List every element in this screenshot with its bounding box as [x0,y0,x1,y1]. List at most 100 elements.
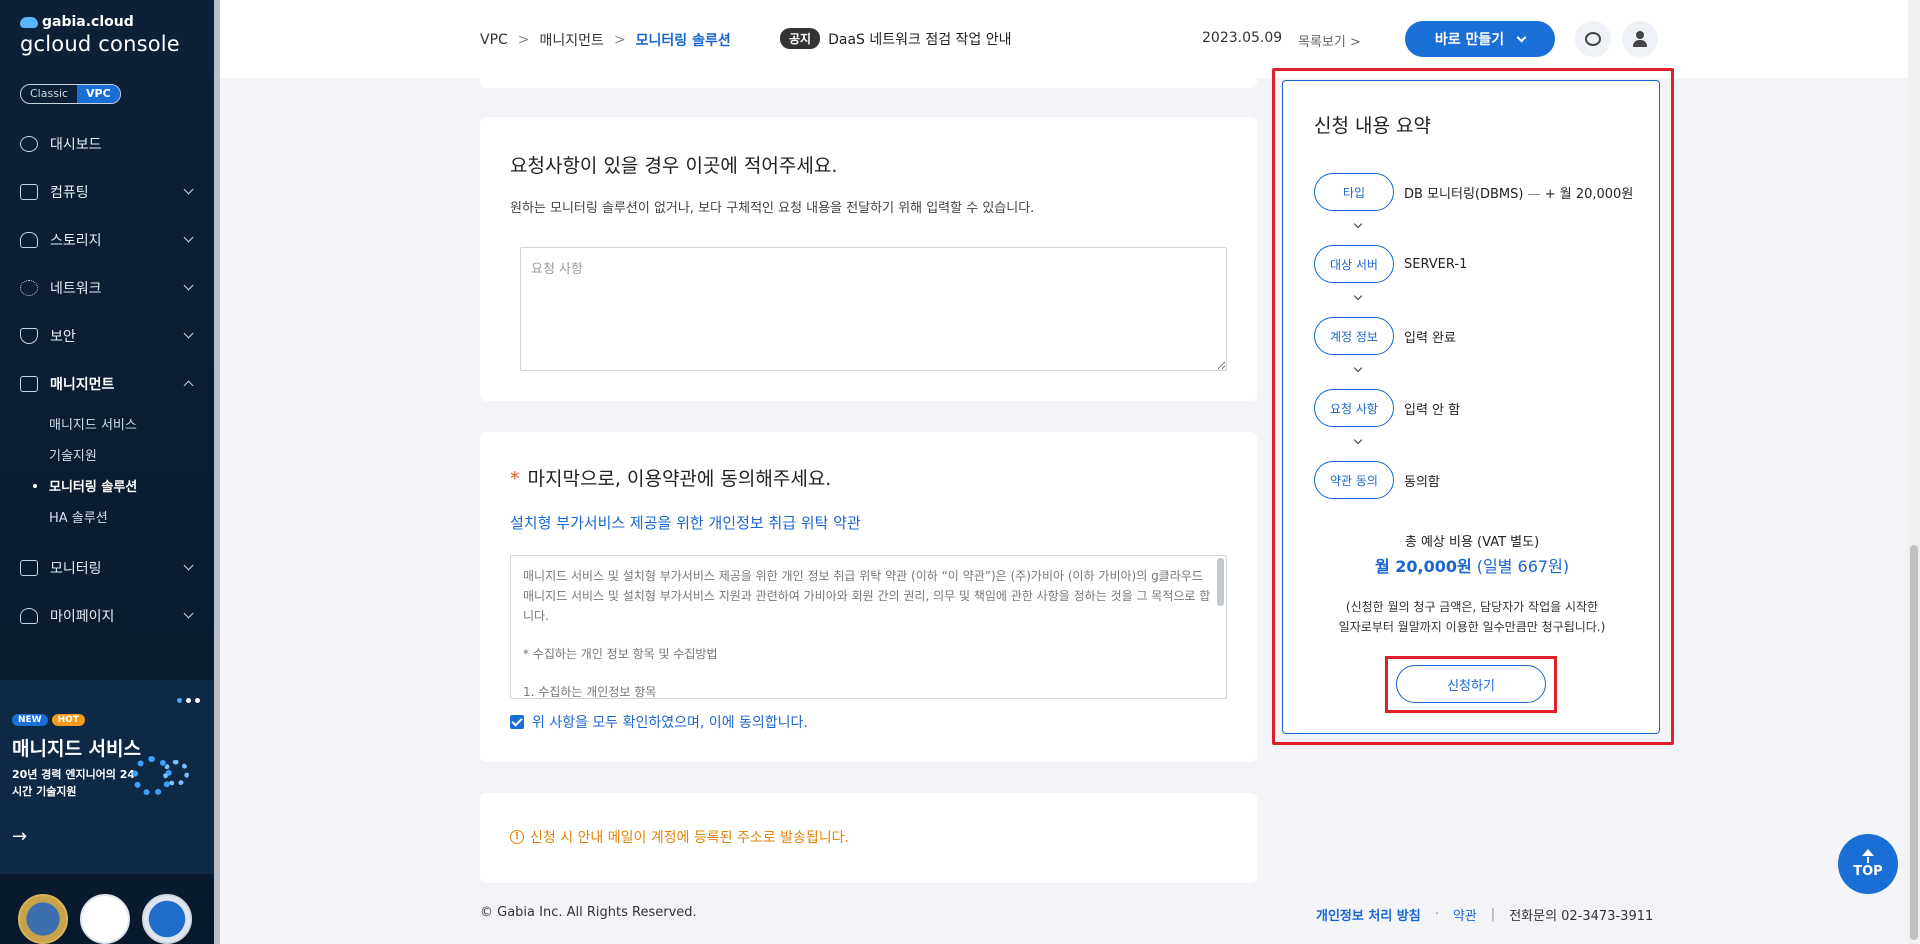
sidebar-item-dashboard[interactable]: 대시보드 [0,120,214,168]
promo-title: 매니지드 서비스 [12,738,141,760]
summary-row-type: 타입 DB 모니터링(DBMS) — + 월 20,000원 [1314,173,1633,211]
sidebar-item-security[interactable]: 보안 [0,312,214,360]
quick-create-button[interactable]: 바로 만들기 [1405,21,1555,57]
summary-title: 신청 내용 요약 [1314,115,1431,137]
mode-vpc[interactable]: VPC [77,85,120,103]
summary-row-server: 대상 서버 SERVER-1 [1314,245,1467,283]
terms-link-footer[interactable]: 약관 [1453,905,1477,924]
cloud-icon [20,16,38,28]
sidebar-scrollbar[interactable] [214,0,220,944]
logo[interactable]: gabia.cloud gcloud console [20,14,180,56]
sidebar-item-label: 보안 [50,329,76,345]
summary-value: DB 모니터링(DBMS) [1404,186,1524,202]
summary-pill-request[interactable]: 요청 사항 [1314,389,1394,427]
sidebar-item-label: 스토리지 [50,233,102,249]
account-button[interactable] [1622,21,1658,57]
terms-paragraph: 매니지드 서비스 및 설치형 부가서비스 제공을 위한 개인 정보 취급 위탁 … [523,569,1211,623]
chevron-down-icon [183,560,194,571]
sidebar-item-computing[interactable]: 컴퓨팅 [0,168,214,216]
shield-icon [20,328,38,344]
terms-agree-checkbox[interactable]: 위 사항을 모두 확인하였으며, 이에 동의합니다. [510,712,808,732]
summary-row-request: 요청 사항 입력 안 함 [1314,389,1460,427]
summary-pill-type[interactable]: 타입 [1314,173,1394,211]
mode-toggle[interactable]: Classic VPC [20,84,121,104]
footer-separator: | [1490,907,1496,922]
mail-notice-text: 신청 시 안내 메일이 계정에 등록된 주소로 발송됩니다. [530,830,849,846]
footer-separator: · [1434,907,1439,922]
storage-icon [20,232,38,248]
summary-value: 동의함 [1404,474,1440,490]
breadcrumb-management[interactable]: 매니지먼트 [540,30,604,50]
scroll-top-button[interactable]: TOP [1838,834,1898,894]
terms-scrollbar[interactable] [1217,558,1224,606]
contact-phone: 전화문의 02-3473-3911 [1509,909,1654,924]
chevron-down-icon [183,280,194,291]
certification-seal-icon [18,894,68,944]
gear-icon [163,760,189,786]
info-section: ! 신청 시 안내 메일이 계정에 등록된 주소로 발송됩니다. [480,793,1257,883]
mode-classic[interactable]: Classic [21,85,77,103]
terms-agree-label[interactable]: 위 사항을 모두 확인하였으며, 이에 동의합니다. [532,712,808,732]
notice-banner[interactable]: 공지 DaaS 네트워크 점검 작업 안내 [780,28,1012,49]
arrow-up-icon [1862,849,1874,856]
new-badge: NEW [12,714,48,726]
terms-title: * 마지막으로, 이용약관에 동의해주세요. [510,468,832,490]
sidebar-subitem-tech-support[interactable]: 기술지원 [49,439,214,470]
request-title: 요청사항이 있을 경우 이곳에 적어주세요. [510,155,838,177]
summary-pill-server[interactable]: 대상 서버 [1314,245,1394,283]
breadcrumb-vpc[interactable]: VPC [480,32,508,48]
notice-tag: 공지 [780,28,821,49]
terms-section: * 마지막으로, 이용약관에 동의해주세요. 설치형 부가서비스 제공을 위한 개… [480,432,1257,762]
sidebar-item-storage[interactable]: 스토리지 [0,216,214,264]
notice-list-link[interactable]: 목록보기 > [1298,31,1361,50]
sidebar-subitem-ha-solution[interactable]: HA 솔루션 [49,501,214,532]
carousel-dots[interactable] [177,698,200,703]
request-textarea[interactable] [520,247,1227,371]
summary-pill-terms[interactable]: 약관 동의 [1314,461,1394,499]
sidebar-subitem-monitoring-solution[interactable]: 모니터링 솔루션 [33,470,214,501]
summary-row-account: 계정 정보 입력 완료 [1314,317,1456,355]
checkbox-checked-icon[interactable] [510,715,524,729]
request-section: 요청사항이 있을 경우 이곳에 적어주세요. 원하는 모니터링 솔루션이 없거나… [480,117,1257,401]
apply-button[interactable]: 신청하기 [1396,665,1546,703]
chip-icon [20,184,38,200]
sidebar-item-monitoring[interactable]: 모니터링 [0,544,214,592]
brand-name: gabia.cloud [42,14,134,30]
console-name: gcloud console [20,32,180,56]
chat-button[interactable] [1575,21,1611,57]
promo-banner[interactable]: NEW HOT 매니지드 서비스 20년 경력 엔지니어의 24시간 기술지원 … [0,680,214,874]
user-icon [1632,31,1648,47]
sidebar-item-mypage[interactable]: 마이페이지 [0,592,214,640]
summary-value: 입력 완료 [1404,330,1456,346]
terms-link[interactable]: 설치형 부가서비스 제공을 위한 개인정보 취급 위탁 약관 [510,512,861,533]
chevron-down-icon [183,232,194,243]
chat-icon [1585,32,1601,46]
notice-text[interactable]: DaaS 네트워크 점검 작업 안내 [828,29,1011,49]
copyright: © Gabia Inc. All Rights Reserved. [480,905,697,920]
summary-pill-account[interactable]: 계정 정보 [1314,317,1394,355]
sidebar-item-label: 모니터링 [50,561,102,577]
sidebar-subitem-managed-service[interactable]: 매니지드 서비스 [49,408,214,439]
certification-badges [18,894,192,944]
sidebar-item-network[interactable]: 네트워크 [0,264,214,312]
sidebar-item-label: 네트워크 [50,281,102,297]
chevron-up-icon [183,380,194,391]
sidebar-item-label: 매니지먼트 [50,377,115,393]
chevron-down-icon [183,328,194,339]
csap-seal-icon [142,894,192,944]
breadcrumb: VPC > 매니지먼트 > 모니터링 솔루션 [480,30,731,50]
page-scrollbar[interactable] [1908,0,1920,944]
notice-date: 2023.05.09 [1202,30,1283,46]
arrow-right-icon[interactable]: → [12,826,27,847]
management-icon [20,376,38,392]
privacy-policy-link[interactable]: 개인정보 처리 방침 [1316,905,1421,924]
chevron-down-icon [1353,219,1363,229]
network-icon [20,280,38,296]
terms-content-box[interactable]: 매니지드 서비스 및 설치형 부가서비스 제공을 위한 개인 정보 취급 위탁 … [510,555,1227,699]
quick-create-label: 바로 만들기 [1434,32,1505,48]
warning-icon: ! [510,830,524,844]
page-scrollbar-thumb[interactable] [1910,545,1918,940]
mail-notice: ! 신청 시 안내 메일이 계정에 등록된 주소로 발송됩니다. [510,827,849,847]
monitor-icon [20,560,38,576]
sidebar-item-management[interactable]: 매니지먼트 [0,360,214,408]
